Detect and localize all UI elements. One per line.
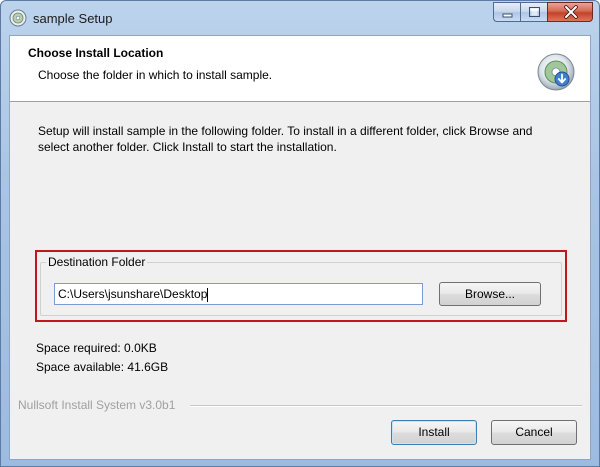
page-title: Choose Install Location xyxy=(28,46,164,60)
install-disc-icon xyxy=(536,52,576,92)
space-available: Space available: 41.6GB xyxy=(36,360,169,374)
destination-path-input[interactable]: C:\Users\jsunshare\Desktop xyxy=(54,283,423,305)
intro-line: Setup will install sample in the followi… xyxy=(38,124,533,138)
minimize-button[interactable] xyxy=(493,2,520,22)
caption-buttons xyxy=(493,2,593,22)
dialog-client-area: Choose Install Location Choose the folde… xyxy=(9,35,591,460)
intro-line: select another folder. Click Install to … xyxy=(38,140,337,154)
maximize-button[interactable] xyxy=(520,2,547,22)
minimize-icon xyxy=(502,13,513,18)
nsis-branding: Nullsoft Install System v3.0b1 xyxy=(18,398,176,412)
header-panel: Choose Install Location Choose the folde… xyxy=(10,36,590,102)
close-button[interactable] xyxy=(547,2,593,22)
setup-window: sample Setup Choose Install Location Cho… xyxy=(0,0,600,467)
text-caret xyxy=(207,287,209,302)
maximize-icon xyxy=(529,7,540,17)
window-title: sample Setup xyxy=(33,11,113,26)
install-button[interactable]: Install xyxy=(391,420,477,445)
page-subtitle: Choose the folder in which to install sa… xyxy=(38,68,273,82)
space-required: Space required: 0.0KB xyxy=(36,341,157,355)
cancel-button[interactable]: Cancel xyxy=(491,420,577,445)
installer-disc-icon xyxy=(9,9,27,27)
title-bar[interactable]: sample Setup xyxy=(1,1,599,35)
branding-divider xyxy=(190,405,582,407)
intro-text: Setup will install sample in the followi… xyxy=(38,123,574,155)
destination-path-value: C:\Users\jsunshare\Desktop xyxy=(58,287,208,301)
browse-button[interactable]: Browse... xyxy=(439,282,541,306)
close-icon xyxy=(564,5,578,19)
